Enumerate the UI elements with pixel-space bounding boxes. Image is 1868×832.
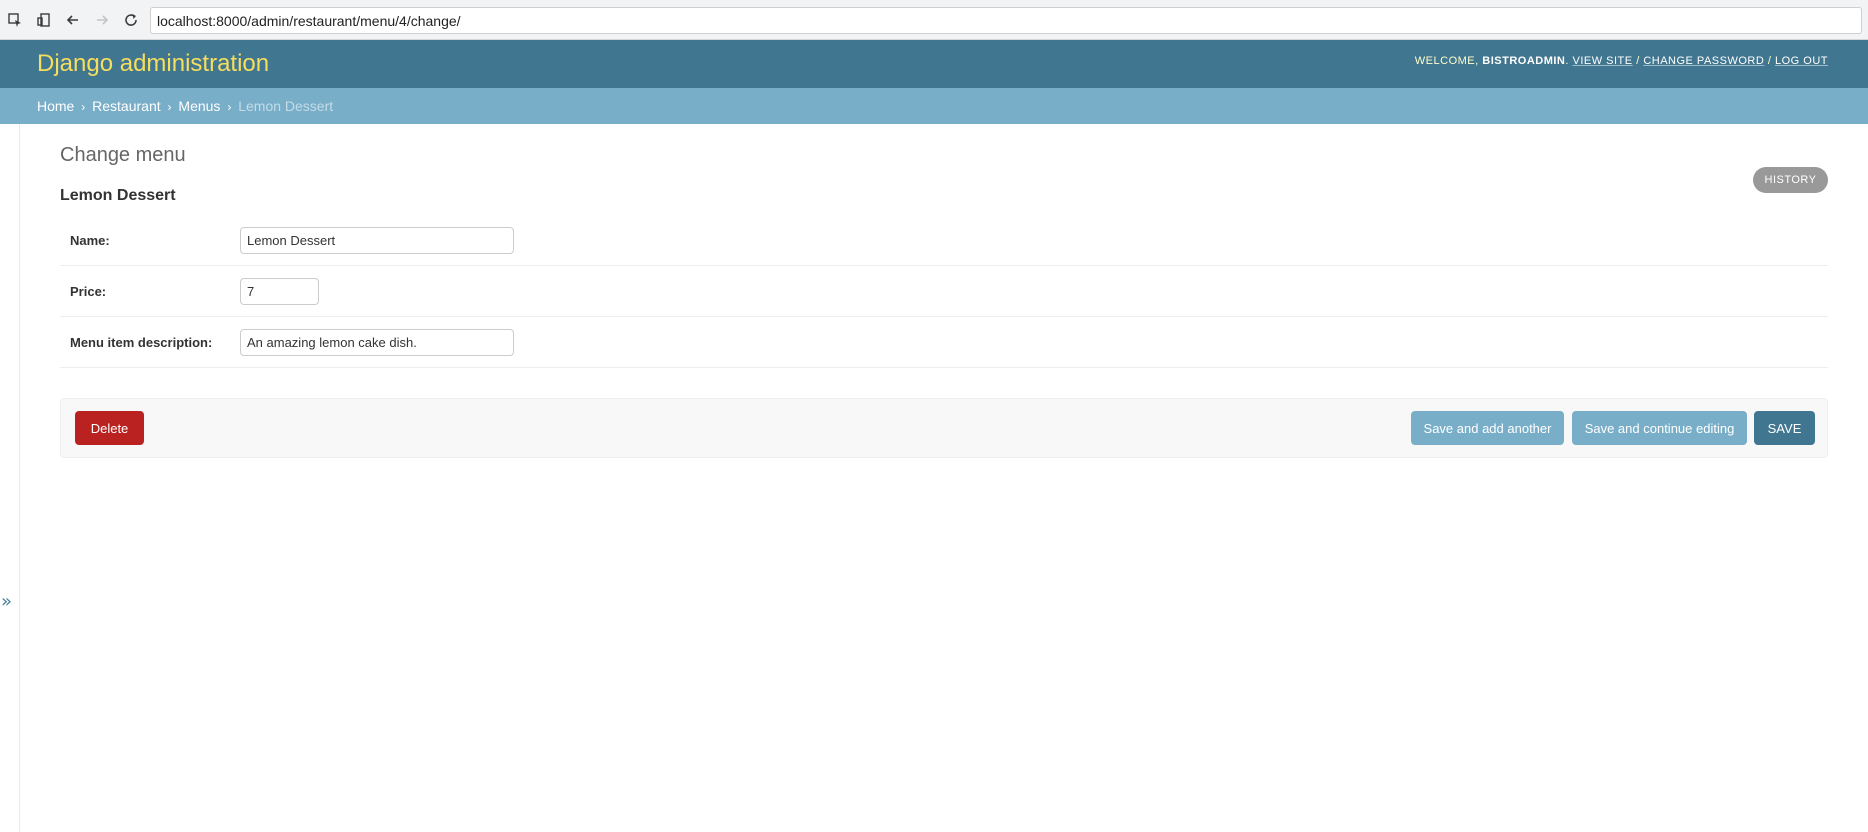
description-label: Menu item description: (70, 335, 213, 350)
breadcrumb-home[interactable]: Home (37, 98, 74, 114)
save-and-add-another-button[interactable]: Save and add another (1411, 411, 1564, 445)
username: bistroadmin (1482, 55, 1566, 67)
device-toggle-icon[interactable] (29, 5, 58, 34)
inspect-icon[interactable] (0, 5, 29, 34)
sidebar-toggle-icon[interactable]: » (1, 591, 12, 612)
browser-toolbar: localhost:8000/admin/restaurant/menu/4/c… (0, 0, 1868, 40)
address-bar[interactable]: localhost:8000/admin/restaurant/menu/4/c… (150, 7, 1862, 34)
name-label: Name: (70, 233, 110, 248)
user-tools: Welcome, bistroadmin. View site / Change… (1414, 55, 1828, 67)
view-site-link[interactable]: View site (1573, 55, 1633, 67)
name-input[interactable] (240, 227, 514, 254)
breadcrumb: Home › Restaurant › Menus › Lemon Desser… (0, 88, 1868, 124)
form-row-name: Name: (60, 215, 1828, 266)
back-icon[interactable] (58, 5, 87, 34)
admin-header: Django administration Welcome, bistroadm… (0, 40, 1868, 88)
breadcrumb-restaurant[interactable]: Restaurant (92, 98, 160, 114)
form-row-price: Price: (60, 266, 1828, 317)
form-row-description: Menu item description: (60, 317, 1828, 368)
price-label: Price: (70, 284, 107, 299)
welcome-text: Welcome, (1414, 55, 1479, 67)
save-and-continue-button[interactable]: Save and continue editing (1572, 411, 1747, 445)
object-title: Lemon Dessert (60, 187, 176, 204)
reload-icon[interactable] (116, 5, 145, 34)
nav-sidebar: » (0, 124, 20, 832)
log-out-link[interactable]: Log out (1775, 55, 1828, 67)
price-input[interactable] (240, 278, 319, 305)
change-password-link[interactable]: Change password (1643, 55, 1764, 67)
submit-row: Delete Save and add another Save and con… (60, 398, 1828, 458)
history-button[interactable]: History (1753, 167, 1828, 193)
breadcrumb-current: Lemon Dessert (238, 98, 334, 114)
delete-button[interactable]: Delete (75, 411, 144, 445)
page-title: Change menu (60, 144, 186, 166)
breadcrumb-separator: › (167, 100, 172, 114)
breadcrumb-separator: › (81, 100, 86, 114)
save-button[interactable]: SAVE (1754, 411, 1815, 445)
description-input[interactable] (240, 329, 514, 356)
site-branding[interactable]: Django administration (37, 50, 269, 78)
breadcrumb-separator: › (227, 100, 232, 114)
breadcrumb-menus[interactable]: Menus (178, 98, 220, 114)
forward-icon[interactable] (87, 5, 116, 34)
